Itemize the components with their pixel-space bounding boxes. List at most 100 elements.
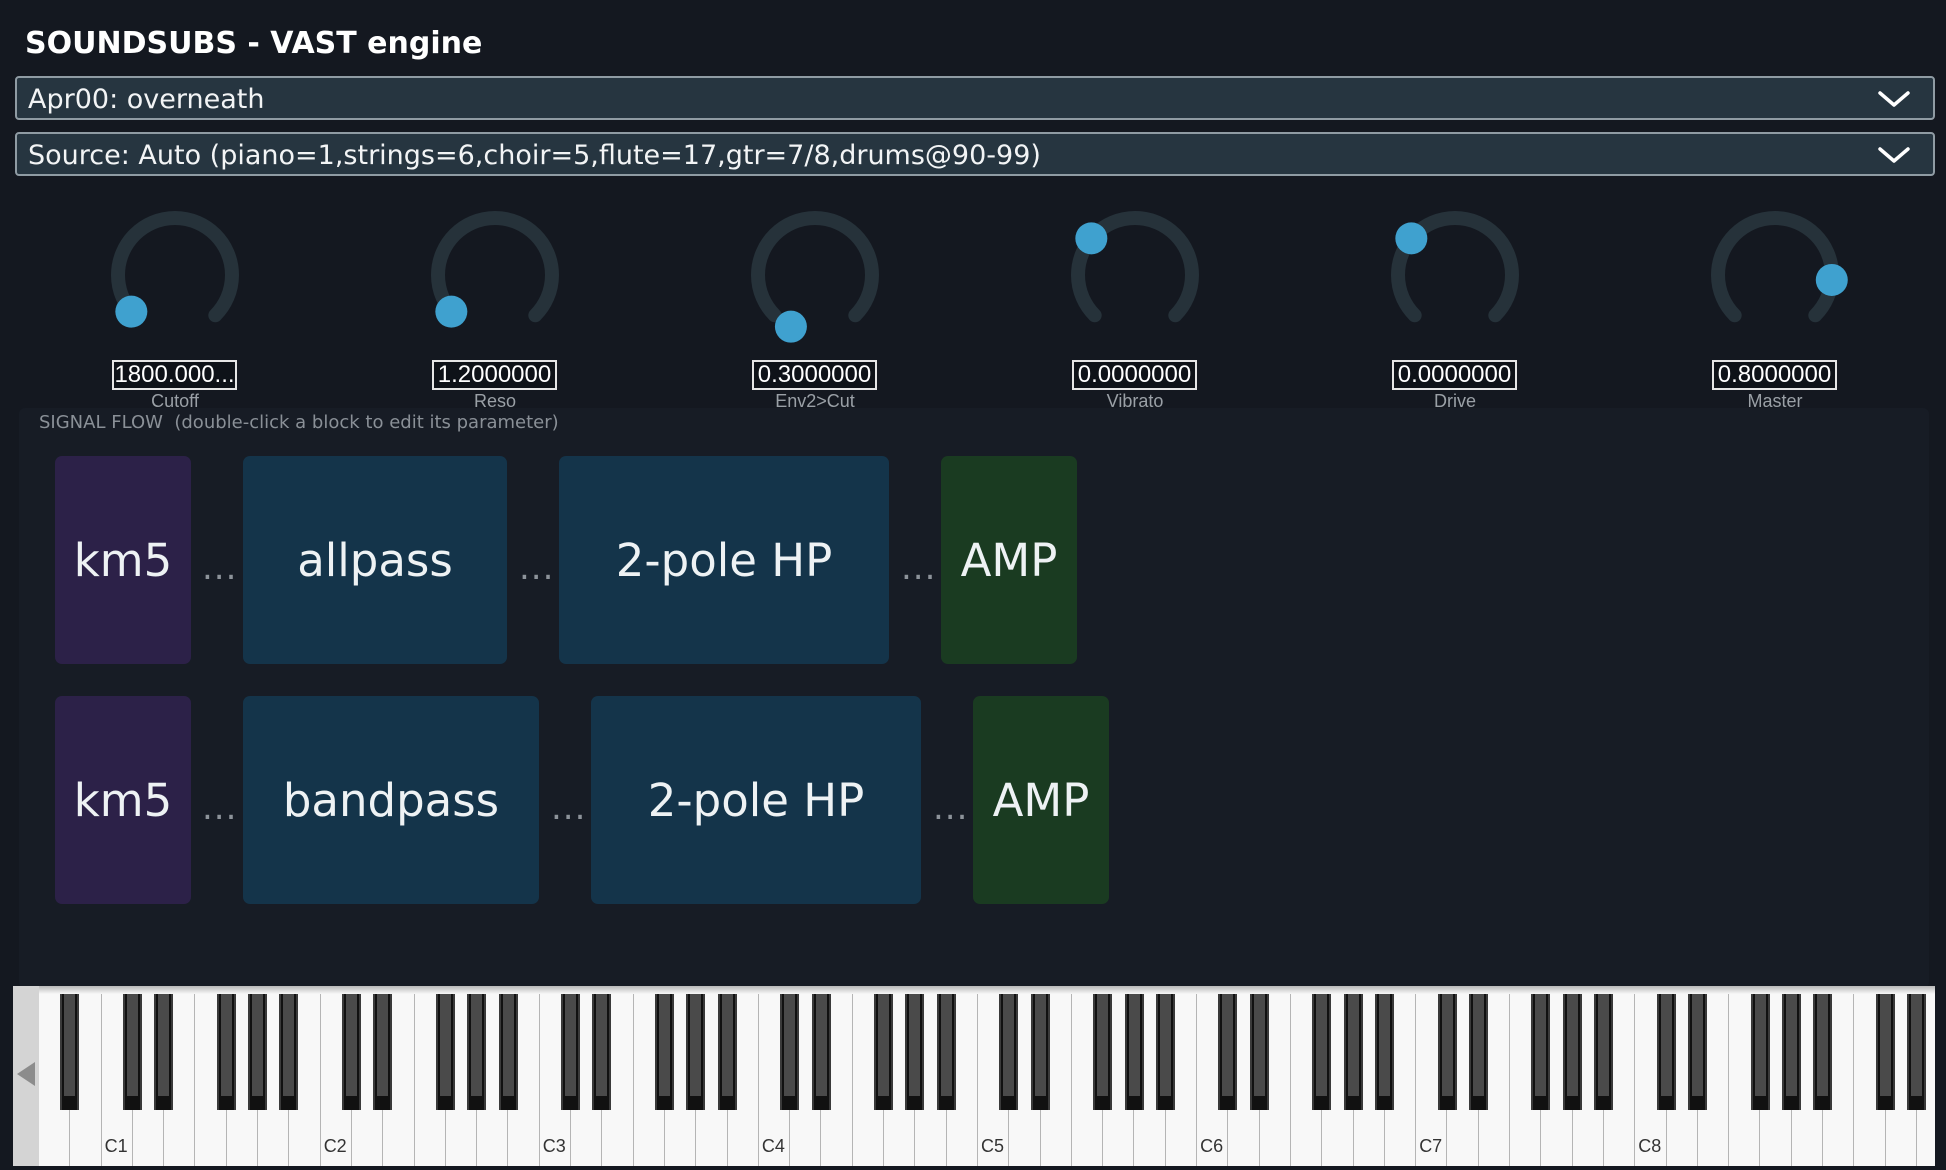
knob-indicator-dot <box>435 295 468 328</box>
flow-separator: ... <box>933 788 969 828</box>
black-key[interactable] <box>154 986 174 1110</box>
black-key[interactable] <box>373 986 393 1110</box>
flow-block-amp[interactable]: AMP <box>973 696 1109 904</box>
black-key[interactable] <box>435 986 455 1110</box>
black-key[interactable] <box>1531 986 1551 1110</box>
black-key[interactable] <box>686 986 706 1110</box>
black-key[interactable] <box>279 986 299 1110</box>
knob-indicator-dot <box>1075 222 1108 255</box>
black-key[interactable] <box>561 986 581 1110</box>
chevron-down-icon <box>1878 147 1910 163</box>
knob-value-field[interactable]: 1800.000... <box>112 360 237 390</box>
octave-label: C3 <box>542 1136 566 1156</box>
octave-label: C2 <box>323 1136 347 1156</box>
knob-env2-cut[interactable]: 0.3000000 Env2>Cut <box>715 205 915 415</box>
flow-block-amp[interactable]: AMP <box>941 456 1077 664</box>
knob-master[interactable]: 0.8000000 Master <box>1675 205 1875 415</box>
black-key[interactable] <box>216 986 236 1110</box>
black-key[interactable] <box>342 986 361 1110</box>
black-key[interactable] <box>999 986 1019 1110</box>
knob-value-field[interactable]: 1.2000000 <box>432 360 557 390</box>
black-key[interactable] <box>1750 986 1770 1110</box>
preset-select-value: Apr00: overneath <box>28 84 265 115</box>
knob-reso[interactable]: 1.2000000 Reso <box>395 205 595 415</box>
knob-dial[interactable] <box>1355 205 1555 355</box>
knob-vibrato[interactable]: 0.0000000 Vibrato <box>1035 205 1235 415</box>
black-key[interactable] <box>936 986 956 1110</box>
black-key[interactable] <box>717 986 737 1110</box>
black-key[interactable] <box>1249 986 1269 1110</box>
black-key[interactable] <box>1374 986 1394 1110</box>
octave-label: C1 <box>104 1136 128 1156</box>
preset-select[interactable]: Apr00: overneath <box>15 76 1935 120</box>
black-key[interactable] <box>1468 986 1488 1110</box>
knob-dial[interactable] <box>715 205 915 355</box>
flow-block-filter[interactable]: bandpass <box>243 696 539 904</box>
black-key[interactable] <box>1875 986 1895 1110</box>
black-key[interactable] <box>1155 986 1175 1110</box>
knob-indicator-dot <box>1395 222 1428 255</box>
black-key[interactable] <box>1687 986 1707 1110</box>
flow-separator: ... <box>901 548 937 588</box>
flow-block-filter[interactable]: 2-pole HP <box>559 456 889 664</box>
flow-separator: ... <box>202 548 238 588</box>
black-key[interactable] <box>592 986 612 1110</box>
black-key[interactable] <box>1030 986 1050 1110</box>
black-key[interactable] <box>1656 986 1676 1110</box>
knob-drive[interactable]: 0.0000000 Drive <box>1355 205 1555 415</box>
octave-label: C7 <box>1419 1136 1443 1156</box>
source-select[interactable]: Source: Auto (piano=1,strings=6,choir=5,… <box>15 132 1935 176</box>
black-key[interactable] <box>1343 986 1363 1110</box>
black-key[interactable] <box>248 986 268 1110</box>
keyboard-scroll-left[interactable] <box>13 986 39 1166</box>
black-key[interactable] <box>874 986 894 1110</box>
black-key[interactable] <box>655 986 674 1110</box>
flow-block-oscillator[interactable]: km5 <box>55 696 191 904</box>
black-key[interactable] <box>1218 986 1238 1110</box>
black-key[interactable] <box>467 986 487 1110</box>
black-key[interactable] <box>498 986 518 1110</box>
keyboard-shadow <box>39 986 1935 994</box>
black-key[interactable] <box>780 986 800 1110</box>
flow-block-filter[interactable]: 2-pole HP <box>591 696 921 904</box>
knob-value-field[interactable]: 0.8000000 <box>1712 360 1837 390</box>
source-select-value: Source: Auto (piano=1,strings=6,choir=5,… <box>28 140 1041 171</box>
knob-cutoff[interactable]: 1800.000... Cutoff <box>75 205 275 415</box>
signal-flow-panel: SIGNAL FLOW (double-click a block to edi… <box>19 408 1929 988</box>
flow-block-oscillator[interactable]: km5 <box>55 456 191 664</box>
flow-block-filter[interactable]: allpass <box>243 456 507 664</box>
black-key[interactable] <box>1594 986 1613 1110</box>
black-key[interactable] <box>1781 986 1801 1110</box>
flow-separator: ... <box>551 788 587 828</box>
black-key[interactable] <box>60 986 80 1110</box>
black-key[interactable] <box>1813 986 1833 1110</box>
black-key[interactable] <box>905 986 925 1110</box>
flow-separator: ... <box>519 548 555 588</box>
black-key[interactable] <box>1312 986 1332 1110</box>
knob-indicator-dot <box>115 295 148 328</box>
knob-value-field[interactable]: 0.0000000 <box>1392 360 1517 390</box>
knob-indicator-dot <box>1815 263 1848 296</box>
knob-dial[interactable] <box>75 205 275 355</box>
triangle-left-icon <box>17 1062 35 1086</box>
knob-dial[interactable] <box>395 205 595 355</box>
flow-separator: ... <box>202 788 238 828</box>
black-key[interactable] <box>122 986 142 1110</box>
octave-label: C4 <box>761 1136 785 1156</box>
knob-dial[interactable] <box>1035 205 1235 355</box>
octave-label: C6 <box>1200 1136 1224 1156</box>
black-key[interactable] <box>1437 986 1457 1110</box>
black-key[interactable] <box>811 986 831 1110</box>
knob-dial[interactable] <box>1675 205 1875 355</box>
chevron-down-icon <box>1878 91 1910 107</box>
app-title: SOUNDSUBS - VAST engine <box>25 26 483 61</box>
black-key[interactable] <box>1124 986 1144 1110</box>
black-key[interactable] <box>1907 986 1926 1110</box>
knob-value-field[interactable]: 0.0000000 <box>1072 360 1197 390</box>
knob-value-field[interactable]: 0.3000000 <box>752 360 877 390</box>
black-key[interactable] <box>1562 986 1582 1110</box>
black-key[interactable] <box>1093 986 1113 1110</box>
octave-label: C8 <box>1638 1136 1662 1156</box>
piano-keyboard[interactable]: C1 C2 C3 C4 C5 C6 C7 C8 <box>13 986 1935 1166</box>
knob-indicator-dot <box>774 310 807 343</box>
